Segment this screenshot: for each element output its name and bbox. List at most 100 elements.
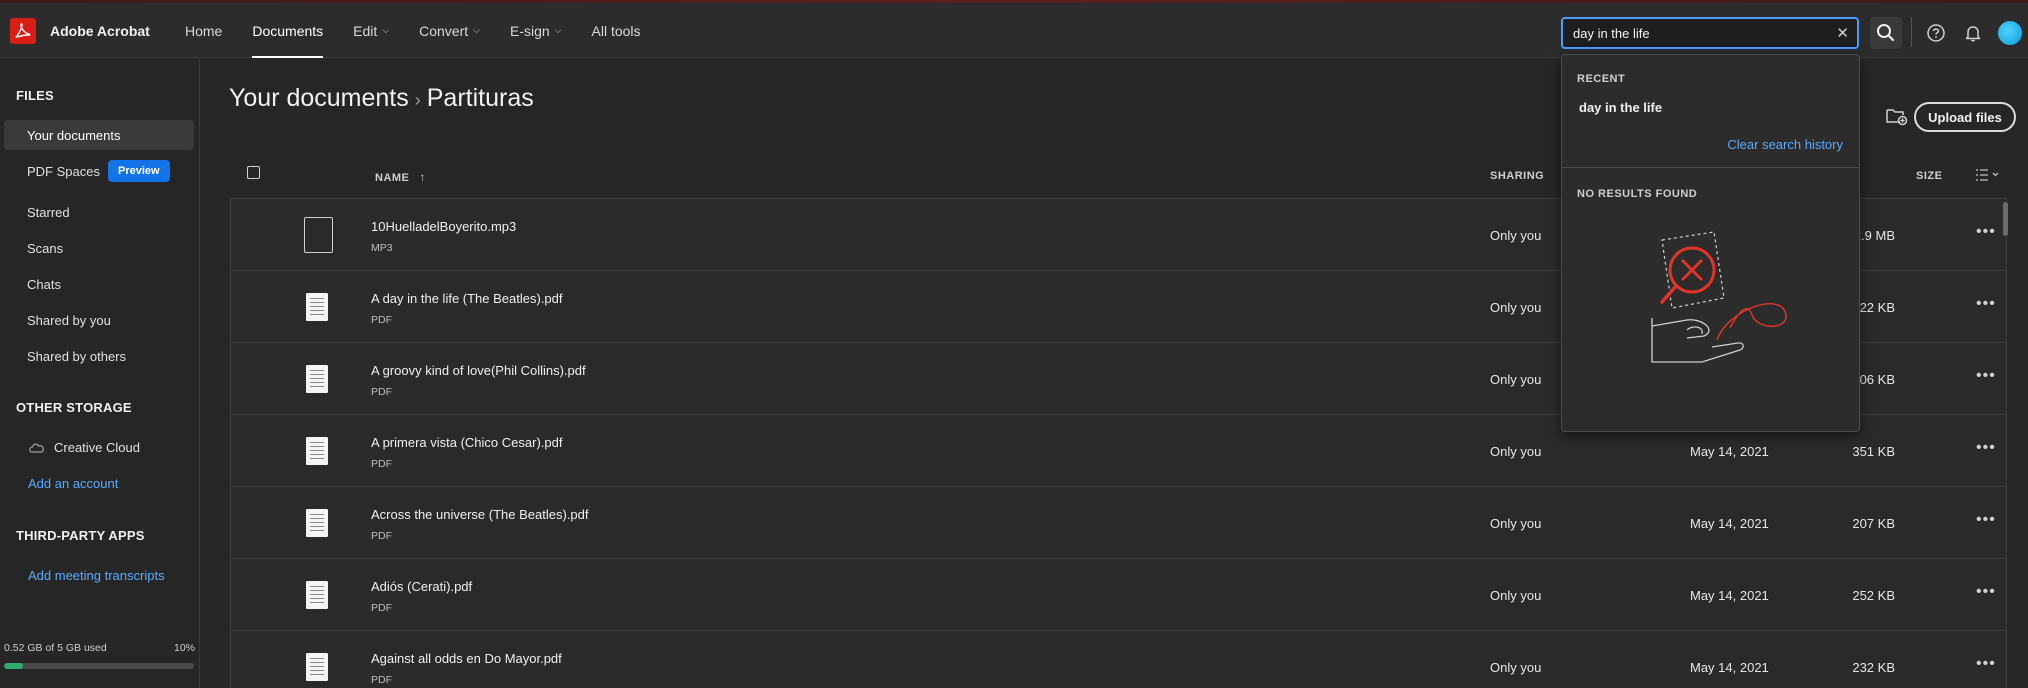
app-name[interactable]: Adobe Acrobat	[50, 23, 150, 39]
sidebar-item-shared-by-others[interactable]: Shared by others	[4, 341, 194, 371]
nav-edit[interactable]: Edit ⌵	[353, 3, 389, 58]
chevron-down-icon: ⌵	[382, 25, 390, 35]
avatar[interactable]	[1998, 21, 2022, 45]
sidebar-item-starred[interactable]: Starred	[4, 197, 194, 227]
recent-search-item[interactable]: day in the life	[1579, 100, 1662, 115]
file-type: PDF	[371, 314, 392, 326]
add-account-link[interactable]: Add an account	[28, 476, 118, 491]
notifications-bell-icon[interactable]	[1963, 23, 1983, 43]
list-view-toggle[interactable]	[1975, 167, 2005, 188]
search-field[interactable]: ✕	[1561, 17, 1859, 49]
sidebar-item-chats[interactable]: Chats	[4, 269, 194, 299]
file-name[interactable]: Across the universe (The Beatles).pdf	[371, 507, 589, 522]
file-name[interactable]: Adiós (Cerati).pdf	[371, 579, 472, 594]
nav-esign-label: E-sign	[509, 22, 550, 39]
nav-convert-label: Convert	[419, 22, 469, 39]
storage-usage-percent: 10%	[174, 642, 196, 654]
recent-title: RECENT	[1577, 73, 1626, 85]
nav-home[interactable]: Home	[185, 3, 222, 58]
preview-badge: Preview	[107, 160, 170, 182]
file-size: 207 KB	[1852, 516, 1895, 531]
pdf-file-icon	[306, 509, 328, 537]
pdf-file-icon	[306, 581, 328, 609]
pdf-file-icon	[306, 653, 328, 681]
no-results-title: NO RESULTS FOUND	[1577, 188, 1698, 200]
upload-files-button[interactable]: Upload files	[1914, 102, 2016, 132]
sidebar-item-label: Shared by others	[27, 348, 127, 364]
clear-search-history-link[interactable]: Clear search history	[1727, 137, 1843, 152]
sidebar-item-label: Shared by you	[27, 312, 111, 328]
nav-edit-label: Edit	[353, 22, 378, 39]
file-name[interactable]: A groovy kind of love(Phil Collins).pdf	[371, 363, 586, 378]
search-input[interactable]	[1573, 24, 1823, 42]
file-sharing: Only you	[1490, 660, 1542, 675]
creative-cloud-label: Creative Cloud	[54, 440, 140, 455]
main-nav: Home Documents Edit ⌵ Convert ⌵ E-sign ⌵ Al…	[185, 3, 671, 58]
more-options-icon[interactable]: •••	[1976, 655, 1996, 673]
breadcrumb-chevron-icon: ›	[414, 90, 421, 110]
sidebar-item-shared-by-you[interactable]: Shared by you	[4, 305, 194, 335]
file-name[interactable]: A day in the life (The Beatles).pdf	[371, 291, 563, 306]
storage-progress-fill	[4, 663, 23, 669]
file-type: PDF	[371, 386, 392, 398]
toolbar-divider	[1911, 17, 1912, 47]
files-section-title: FILES	[16, 88, 54, 103]
nav-convert[interactable]: Convert ⌵	[419, 3, 480, 58]
more-options-icon[interactable]: •••	[1976, 583, 1996, 601]
breadcrumb-root[interactable]: Your documents	[229, 84, 409, 112]
file-name[interactable]: Against all odds en Do Mayor.pdf	[371, 651, 562, 666]
sidebar-item-pdf-spaces[interactable]: PDF Spaces Preview	[4, 156, 194, 186]
file-sharing: Only you	[1490, 300, 1542, 315]
help-icon[interactable]	[1926, 23, 1946, 43]
nav-documents[interactable]: Documents	[252, 3, 323, 58]
page-title: Partituras	[426, 84, 534, 112]
sidebar-item-your-documents[interactable]: Your documents	[4, 120, 194, 150]
acrobat-logo-icon[interactable]	[10, 18, 36, 44]
nav-documents-label: Documents	[252, 22, 324, 39]
top-bar: Adobe Acrobat Home Documents Edit ⌵ Conve…	[0, 3, 2028, 58]
scrollbar[interactable]	[2003, 202, 2008, 236]
more-options-icon[interactable]: •••	[1976, 439, 1996, 457]
column-header-name[interactable]: NAME ↑	[375, 170, 426, 184]
column-header-size[interactable]: SIZE	[1916, 170, 1942, 182]
nav-all-tools-label: All tools	[591, 22, 641, 39]
new-folder-icon[interactable]	[1886, 106, 1908, 126]
file-date: May 14, 2021	[1690, 660, 1769, 675]
file-type: PDF	[371, 602, 392, 614]
nav-all-tools[interactable]: All tools	[592, 3, 641, 58]
sidebar-item-label: Scans	[27, 240, 64, 256]
more-options-icon[interactable]: •••	[1976, 511, 1996, 529]
search-button[interactable]	[1870, 17, 1902, 49]
file-name[interactable]: 10HuelladelBoyerito.mp3	[371, 219, 516, 234]
file-sharing: Only you	[1490, 444, 1542, 459]
list-view-icon	[1976, 169, 1999, 181]
nav-esign[interactable]: E-sign ⌵	[510, 3, 562, 58]
file-type: PDF	[371, 530, 392, 542]
table-row[interactable]: Adiós (Cerati).pdf PDF Only you May 14, …	[231, 559, 2006, 631]
breadcrumb: Your documents › Partituras	[229, 84, 534, 113]
clear-search-icon[interactable]: ✕	[1836, 24, 1849, 42]
sidebar: FILES Your documents PDF Spaces Preview S…	[0, 59, 200, 688]
sidebar-item-creative-cloud[interactable]: Creative Cloud	[28, 440, 140, 455]
column-header-sharing[interactable]: SHARING	[1490, 170, 1544, 182]
more-options-icon[interactable]: •••	[1976, 367, 1996, 385]
sort-ascending-icon: ↑	[419, 170, 426, 184]
file-name[interactable]: A primera vista (Chico Cesar).pdf	[371, 435, 562, 450]
file-type: PDF	[371, 458, 392, 470]
file-type: MP3	[371, 242, 393, 254]
pdf-file-icon	[306, 437, 328, 465]
pdf-file-icon	[306, 293, 328, 321]
add-meeting-transcripts-link[interactable]: Add meeting transcripts	[28, 568, 165, 583]
sidebar-item-scans[interactable]: Scans	[4, 233, 194, 263]
more-options-icon[interactable]: •••	[1976, 223, 1996, 241]
table-row[interactable]: Against all odds en Do Mayor.pdf PDF Onl…	[231, 631, 2006, 688]
file-date: May 14, 2021	[1690, 588, 1769, 603]
storage-progress-bar	[4, 663, 194, 669]
table-row[interactable]: Across the universe (The Beatles).pdf PD…	[231, 487, 2006, 559]
select-all-checkbox[interactable]	[247, 166, 260, 179]
file-date: May 14, 2021	[1690, 444, 1769, 459]
search-dropdown: RECENT day in the life Clear search hist…	[1561, 54, 1860, 432]
more-options-icon[interactable]: •••	[1976, 295, 1996, 313]
chevron-down-icon: ⌵	[554, 25, 562, 35]
nav-home-label: Home	[185, 22, 223, 39]
